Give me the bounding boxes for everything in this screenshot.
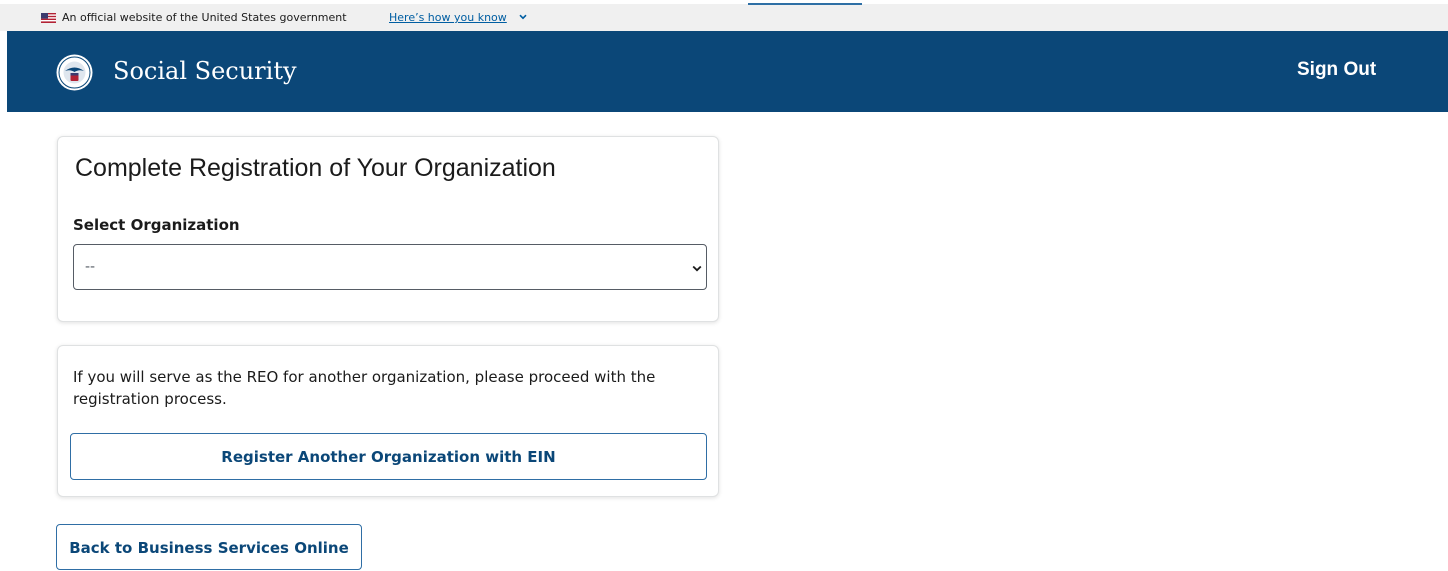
reo-card: If you will serve as the REO for another… [57,345,719,497]
ssa-seal-icon[interactable] [56,54,93,91]
sign-out-link[interactable]: Sign Out [1297,58,1376,82]
official-website-text: An official website of the United States… [62,11,347,24]
heres-how-you-know-link[interactable]: Here’s how you know [389,11,507,25]
gov-banner: An official website of the United States… [0,0,1448,31]
page-title: Complete Registration of Your Organizati… [75,154,556,182]
site-title[interactable]: Social Security [113,55,297,87]
organization-select-value: -- [85,259,96,275]
reo-info-text: If you will serve as the REO for another… [73,368,656,408]
top-strip-accent [748,3,862,5]
top-strip [0,0,1448,4]
chevron-down-icon[interactable] [519,14,527,20]
register-another-organization-button[interactable]: Register Another Organization with EIN [70,433,707,480]
back-to-business-services-button[interactable]: Back to Business Services Online [56,524,362,570]
us-flag-icon [41,13,56,23]
site-header: Social Security Sign Out [7,31,1448,112]
chevron-down-icon [692,265,702,272]
select-organization-label: Select Organization [73,216,240,234]
organization-select[interactable]: -- [73,244,707,290]
registration-card: Complete Registration of Your Organizati… [57,136,719,322]
